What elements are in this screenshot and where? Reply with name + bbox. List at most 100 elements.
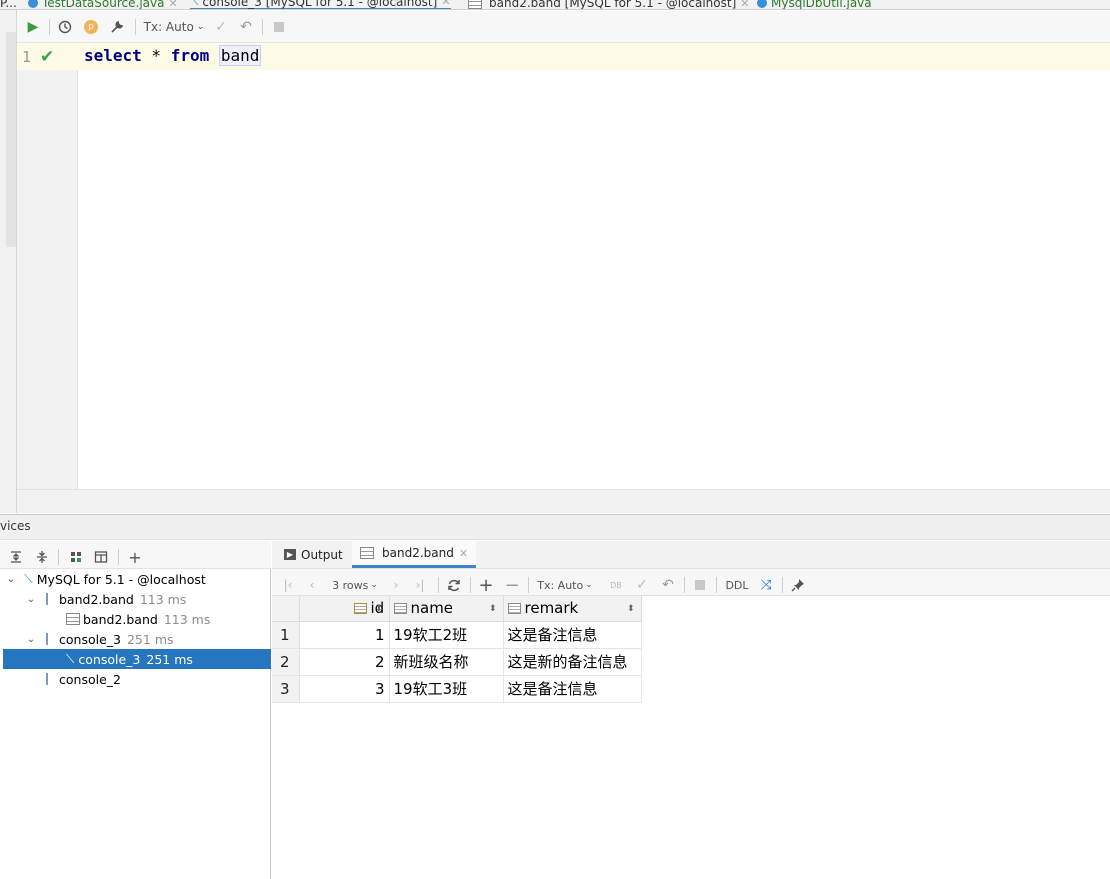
session-icon [46,633,56,645]
cell-name[interactable]: 19软工2班 [389,621,504,649]
table-row[interactable]: 2 2 新班级名称 这是新的备注信息 [272,648,642,676]
close-icon[interactable]: ✕ [168,0,177,9]
cell-remark[interactable]: 这是新的备注信息 [503,648,642,676]
tab-testdatasource[interactable]: TestDataSource.java ✕ [28,0,178,9]
sort-icon[interactable]: ⬍ [489,604,497,614]
table-row[interactable]: 1 1 19软工2班 这是备注信息 [272,621,642,649]
table-icon [360,547,374,559]
rollback-icon[interactable]: ↶ [236,17,256,37]
left-tool-strip [0,10,17,513]
collapse-all-icon[interactable] [32,547,52,567]
row-number-header [272,596,300,622]
wrench-icon[interactable] [107,17,127,37]
tree-node-band2-session[interactable]: ⌄ band2.band 113 ms [0,589,271,609]
mysql-icon: ⟍ [24,571,33,586]
sort-icon[interactable]: ⬍ [627,604,635,614]
refresh-icon[interactable] [444,575,464,595]
line-number: 1 [22,48,32,66]
pin-icon[interactable] [788,575,808,595]
close-icon[interactable]: ✕ [459,547,468,560]
stop-icon[interactable] [269,17,289,37]
table-identifier[interactable]: band [218,45,262,66]
table-icon [468,0,482,9]
cell-remark[interactable]: 这是备注信息 [503,675,642,703]
column-header-id[interactable]: id ⬍ [299,596,390,622]
cell-name[interactable]: 19软工3班 [389,675,504,703]
cell-id[interactable]: 1 [299,621,390,649]
sort-icon[interactable]: ⬍ [375,604,383,614]
filter-icon[interactable] [91,547,111,567]
expand-all-icon[interactable] [6,547,26,567]
primary-key-column-icon [353,603,367,615]
console-icon: ⟍ [66,651,75,666]
history-icon[interactable] [55,17,75,37]
p-icon[interactable]: p [81,17,101,37]
rows-select[interactable]: 3 rows ⌄ [328,575,382,595]
tab-console-3[interactable]: ⟍ console_3 [MySQL for 5.1 - @localhost]… [190,0,451,9]
first-page-icon[interactable]: |‹ [278,575,298,595]
table-row[interactable]: 3 3 19软工3班 这是备注信息 [272,675,642,703]
editor-toolbar: ▶ p Tx: Auto ⌄ ✓ ↶ [17,11,1110,43]
tree-node-band2-table[interactable]: band2.band 113 ms [0,609,271,629]
add-row-icon[interactable]: + [476,575,496,596]
column-icon [507,603,521,615]
compare-icon[interactable]: ⤨ [756,575,776,595]
left-strip-label: P... [0,0,17,10]
tab-band2-band[interactable]: band2.band [MySQL for 5.1 - @localhost] … [468,0,749,9]
run-icon[interactable]: ▶ [23,17,43,37]
tab-output[interactable]: ▶ Output [284,541,343,568]
delete-row-icon[interactable]: − [502,575,522,596]
table-icon [66,613,80,625]
result-grid: id ⬍ name ⬍ remark ⬍ 1 1 19软工2班 这是备注信息 2 2 … [272,596,642,703]
tx-mode-select[interactable]: Tx: Auto ⌄ [143,17,205,37]
java-class-icon [757,0,767,8]
services-tree-toolbar: + [0,541,271,569]
tab-mysqldbutil[interactable]: MysqlDbUtil.java [757,0,872,9]
chevron-down-icon: ⌄ [370,580,378,590]
tree-node-datasource[interactable]: ⌄ ⟍ MySQL for 5.1 - @localhost [0,569,271,589]
services-title: vices [0,519,31,533]
chevron-down-icon: ⌄ [196,22,205,32]
sql-code-line[interactable]: select * from band [84,45,262,66]
prev-page-icon[interactable]: ‹ [304,575,320,595]
add-icon[interactable]: + [125,547,145,567]
commit-icon[interactable]: ✓ [211,17,231,37]
column-header-name[interactable]: name ⬍ [389,596,504,622]
column-header-remark[interactable]: remark ⬍ [503,596,642,622]
group-icon[interactable] [66,547,86,567]
cell-id[interactable]: 2 [299,648,390,676]
tree-node-console-2[interactable]: console_2 [0,669,271,689]
last-page-icon[interactable]: ›| [410,575,430,595]
result-tx-mode-select[interactable]: Tx: Auto ⌄ [534,575,596,595]
chevron-down-icon: ⌄ [585,580,593,590]
next-page-icon[interactable]: › [388,575,404,595]
close-icon[interactable]: ✕ [441,0,450,8]
output-icon: ▶ [284,549,296,560]
editor-tab-bar: P... TestDataSource.java ✕ ⟍ console_3 [… [0,0,1110,10]
chevron-down-icon[interactable]: ⌄ [4,574,18,585]
editor-gutter [17,43,78,489]
stop-icon[interactable] [690,575,710,595]
tab-band2-band-result[interactable]: band2.band ✕ [352,541,477,568]
services-header [0,514,1110,540]
row-number: 1 [272,621,300,649]
grid-header-row: id ⬍ name ⬍ remark ⬍ [272,596,642,622]
commit-icon[interactable]: ✓ [632,575,652,595]
row-number: 3 [272,675,300,703]
tree-node-console-3[interactable]: ⟍ console_3 251 ms [3,649,271,669]
tree-node-console-3-session[interactable]: ⌄ console_3 251 ms [0,629,271,649]
chevron-down-icon[interactable]: ⌄ [24,634,38,645]
chevron-down-icon[interactable]: ⌄ [24,594,38,605]
cell-remark[interactable]: 这是备注信息 [503,621,642,649]
cell-name[interactable]: 新班级名称 [389,648,504,676]
session-icon [46,673,56,685]
ddl-button[interactable]: DDL [722,575,752,595]
cell-id[interactable]: 3 [299,675,390,703]
rollback-icon[interactable]: ↶ [658,575,678,595]
result-tab-bar: ▶ Output band2.band ✕ [272,541,1110,569]
session-icon [46,593,56,605]
java-class-icon [28,0,38,8]
column-icon [393,603,407,615]
close-icon[interactable]: ✕ [740,0,749,9]
db-commit-icon[interactable]: DB [606,575,626,595]
